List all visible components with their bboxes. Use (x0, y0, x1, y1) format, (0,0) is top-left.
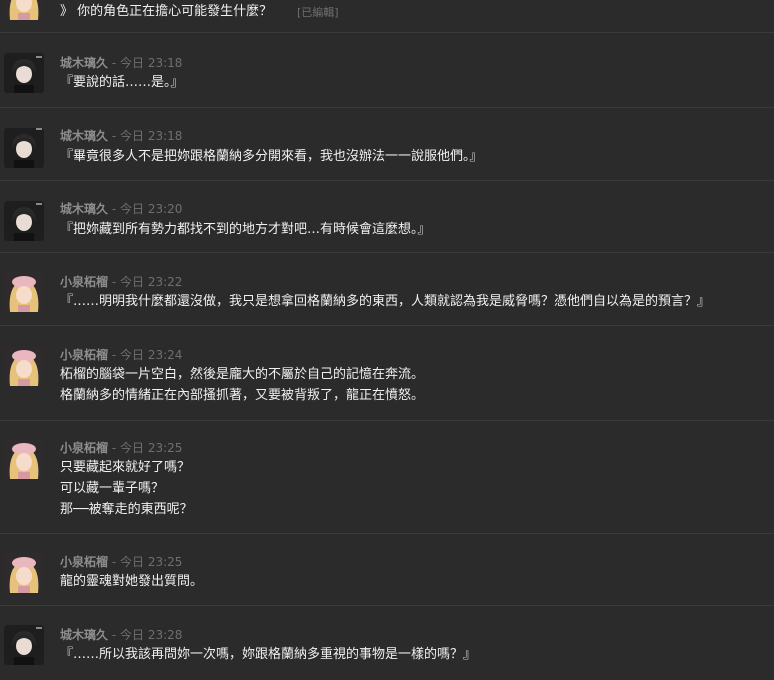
message-author[interactable]: 城木璃久 (60, 129, 108, 143)
avatar-kosumi-icon[interactable] (4, 272, 44, 312)
message-author[interactable]: 小泉柘榴 (60, 555, 108, 569)
avatar-shiroki-icon[interactable] (4, 201, 44, 241)
chat-message: 小泉柘榴 - 今日 23:25 只要藏起來就好了嗎？ 可以藏一輩子嗎？ 那──被… (0, 421, 774, 534)
message-timestamp: 今日 23:22 (120, 275, 183, 289)
message-line: 那──被奪走的東西呢？ (60, 502, 193, 517)
meta-separator: - (111, 555, 117, 569)
message-line: 『把妳藏到所有勢力都找不到的地方才對吧…有時候會這麼想。』 (60, 222, 431, 237)
message-timestamp: 今日 23:24 (120, 348, 183, 362)
avatar-kosumi-icon[interactable] (4, 439, 44, 479)
message-line: 『……明明我什麼都還沒做，我只是想拿回格蘭納多的東西，人類就認為我是威脅嗎？憑他… (60, 294, 711, 309)
message-timestamp: 今日 23:20 (120, 202, 183, 216)
chat-log: 》 你的角色正在擔心可能發生什麼？ [已編輯] 城木璃久 - 今日 23:18 … (0, 0, 774, 680)
avatar-kosumi-icon[interactable] (4, 346, 44, 386)
edited-tag: [已編輯] (297, 6, 339, 19)
chat-message: 小泉柘榴 - 今日 23:25 龍的靈魂對她發出質問。 (0, 534, 774, 606)
message-line: 『畢竟很多人不是把妳跟格蘭納多分開來看，我也沒辦法一一說服他們。』 (60, 149, 483, 164)
message-author[interactable]: 小泉柘榴 (60, 348, 108, 362)
avatar-kosumi-icon[interactable] (4, 0, 44, 20)
message-author[interactable]: 城木璃久 (60, 202, 108, 216)
message-author[interactable]: 小泉柘榴 (60, 275, 108, 289)
message-timestamp: 今日 23:25 (120, 555, 183, 569)
message-author[interactable]: 小泉柘榴 (60, 441, 108, 455)
message-line: 可以藏一輩子嗎？ (60, 481, 165, 496)
message-timestamp: 今日 23:28 (120, 628, 183, 642)
chat-message: 》 你的角色正在擔心可能發生什麼？ [已編輯] (0, 0, 774, 33)
message-line: 龍的靈魂對她發出質問。 (60, 574, 204, 589)
meta-separator: - (111, 275, 117, 289)
message-timestamp: 今日 23:18 (120, 56, 183, 70)
message-author[interactable]: 城木璃久 (60, 56, 108, 70)
message-line: 只要藏起來就好了嗎？ (60, 460, 191, 475)
meta-separator: - (111, 129, 117, 143)
status-badge (36, 128, 42, 130)
meta-separator: - (111, 628, 117, 642)
chat-message: 小泉柘榴 - 今日 23:24 柘榴的腦袋一片空白，然後是龐大的不屬於自己的記憶… (0, 326, 774, 421)
meta-separator: - (111, 441, 117, 455)
avatar-shiroki-icon[interactable] (4, 53, 44, 93)
status-badge (36, 203, 42, 205)
message-line: 『要說的話……是。』 (60, 75, 184, 90)
status-badge (36, 56, 42, 58)
meta-separator: - (111, 202, 117, 216)
chat-message: 城木璃久 - 今日 23:20 『把妳藏到所有勢力都找不到的地方才對吧…有時候會… (0, 181, 774, 253)
chat-message: 城木璃久 - 今日 23:18 『畢竟很多人不是把妳跟格蘭納多分開來看，我也沒辦… (0, 108, 774, 181)
message-timestamp: 今日 23:25 (120, 441, 183, 455)
avatar-kosumi-icon[interactable] (4, 553, 44, 593)
message-line: 『……所以我該再問妳一次嗎，妳跟格蘭納多重視的事物是一樣的嗎？』 (60, 647, 477, 662)
message-timestamp: 今日 23:18 (120, 129, 183, 143)
avatar-shiroki-icon[interactable] (4, 625, 44, 665)
message-line: 》 你的角色正在擔心可能發生什麼？ (60, 4, 273, 19)
chat-message: 小泉柘榴 - 今日 23:22 『……明明我什麼都還沒做，我只是想拿回格蘭納多的… (0, 253, 774, 326)
message-line: 柘榴的腦袋一片空白，然後是龐大的不屬於自己的記憶在奔流。 (60, 367, 425, 382)
message-line: 格蘭納多的情緒正在內部搔抓著，又要被背叛了，龍正在憤怒。 (60, 388, 425, 403)
meta-separator: - (111, 348, 117, 362)
avatar-shiroki-icon[interactable] (4, 128, 44, 168)
message-author[interactable]: 城木璃久 (60, 628, 108, 642)
meta-separator: - (111, 56, 117, 70)
chat-message: 城木璃久 - 今日 23:28 『……所以我該再問妳一次嗎，妳跟格蘭納多重視的事… (0, 606, 774, 680)
status-badge (36, 627, 42, 629)
chat-message: 城木璃久 - 今日 23:18 『要說的話……是。』 (0, 33, 774, 108)
